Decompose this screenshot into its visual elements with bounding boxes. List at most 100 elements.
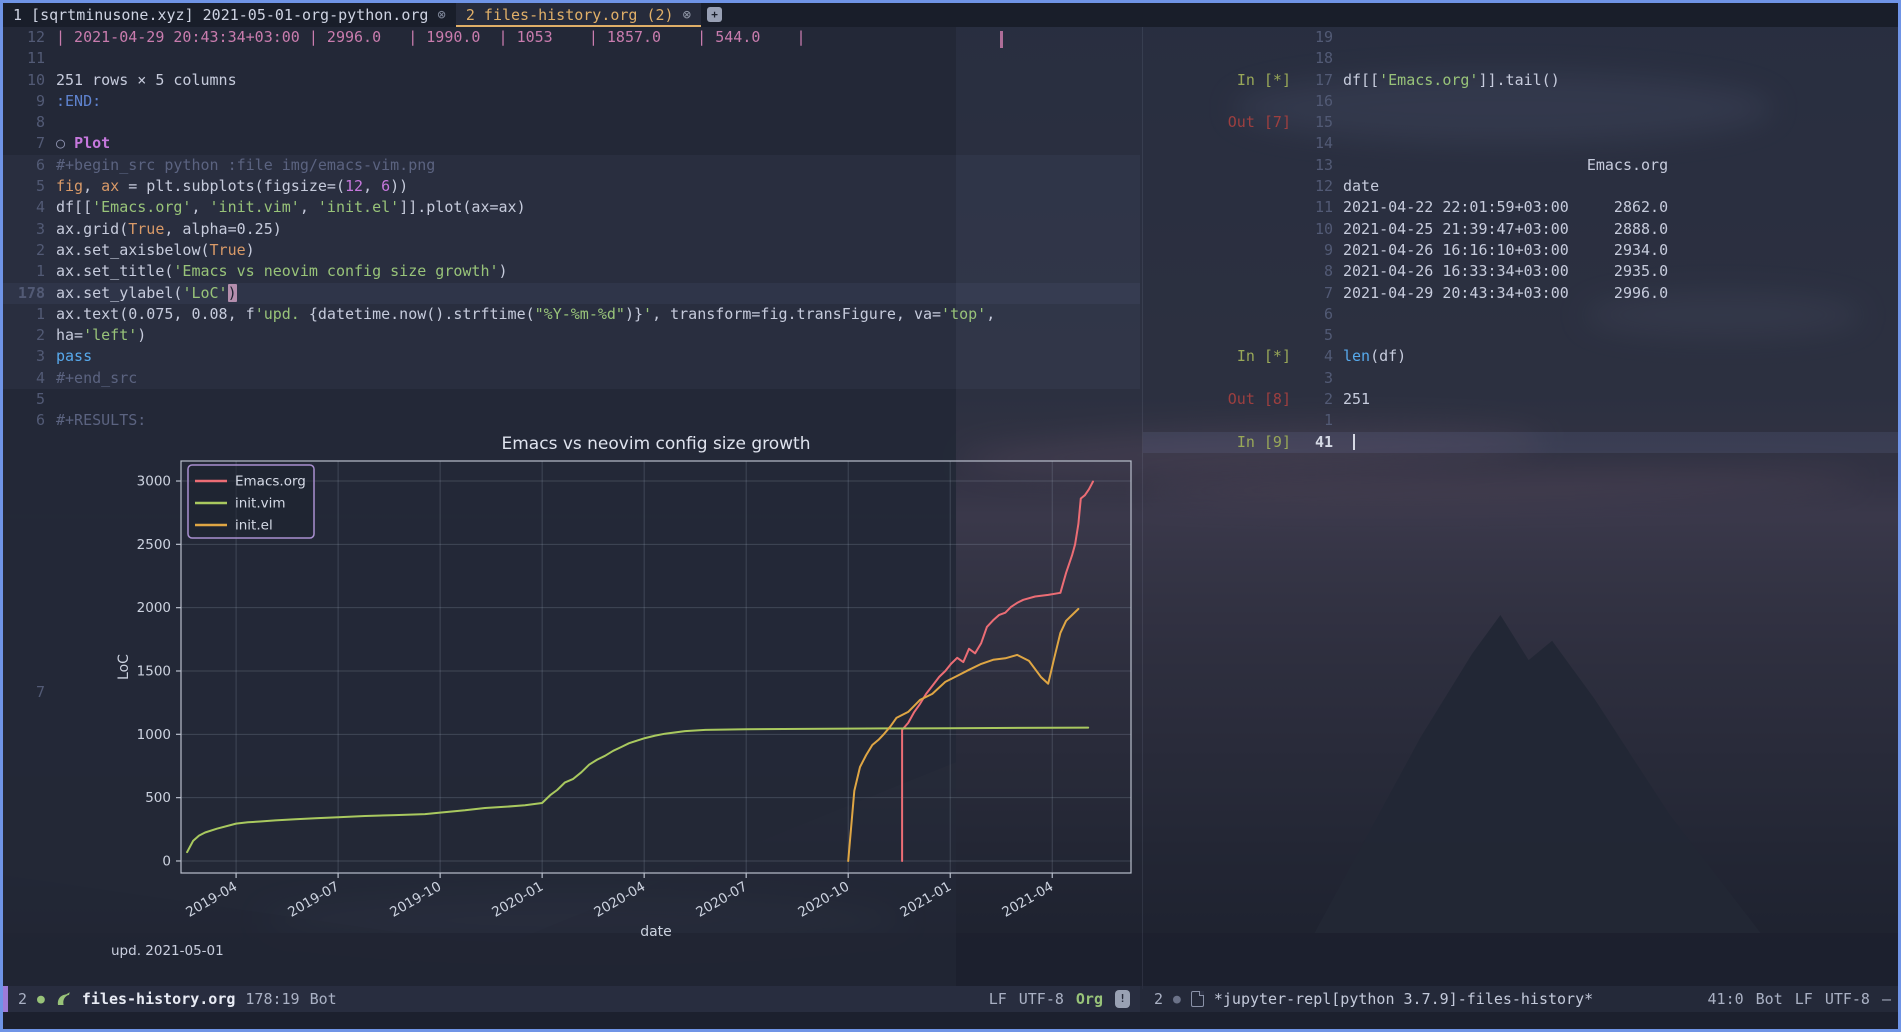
line-text: ax.set_title('Emacs vs neovim config siz… bbox=[56, 261, 508, 282]
svg-text:2021-04: 2021-04 bbox=[999, 879, 1056, 921]
token: 2021-04-29 20:43:34+03:00 2996.0 bbox=[1343, 284, 1668, 302]
svg-text:LoC: LoC bbox=[116, 654, 132, 680]
code-line[interactable]: 178ax.set_ylabel('LoC') bbox=[3, 283, 1140, 304]
org-mode-icon bbox=[55, 991, 72, 1008]
major-mode[interactable]: Org bbox=[1076, 990, 1103, 1008]
svg-text:Emacs vs neovim config size gr: Emacs vs neovim config size growth bbox=[502, 434, 811, 454]
code-line[interactable]: 9 :END: bbox=[3, 91, 1140, 112]
eol-indicator: LF bbox=[1795, 990, 1813, 1008]
code-line[interactable]: 4df[['Emacs.org', 'init.vim', 'init.el']… bbox=[3, 197, 1140, 218]
code-line[interactable]: 6#+begin_src python :file img/emacs-vim.… bbox=[3, 155, 1140, 176]
modeline-org[interactable]: 2 ● files-history.org 178:19 Bot LF UTF-… bbox=[3, 986, 1140, 1012]
code-line[interactable]: 5fig, ax = plt.subplots(figsize=(12, 6)) bbox=[3, 176, 1140, 197]
code-line[interactable]: 6#+RESULTS: bbox=[3, 410, 1140, 431]
code-line[interactable]: 16 bbox=[1143, 91, 1901, 112]
code-line[interactable]: 4#+end_src bbox=[3, 368, 1140, 389]
code-line[interactable]: Out [8]2251 bbox=[1143, 389, 1901, 410]
token: ha= bbox=[56, 326, 83, 344]
token: , bbox=[363, 177, 381, 195]
svg-text:2019-10: 2019-10 bbox=[387, 879, 444, 921]
code-line[interactable]: 11 2021-04-22 22:01:59+03:00 2862.0 bbox=[1143, 197, 1901, 218]
code-line[interactable]: 19 bbox=[1143, 27, 1901, 48]
code-line[interactable]: 1ax.text(0.075, 0.08, f'upd. {datetime.n… bbox=[3, 304, 1140, 325]
code-line[interactable]: 1 bbox=[1143, 410, 1901, 431]
line-text: len(df) bbox=[1343, 346, 1406, 367]
line-text: #+end_src bbox=[56, 368, 137, 389]
code-line[interactable]: 8 bbox=[3, 112, 1140, 133]
svg-text:2020-10: 2020-10 bbox=[795, 879, 852, 921]
token: True bbox=[210, 241, 246, 259]
code-line[interactable]: 92021-04-26 16:16:10+03:00 2934.0 bbox=[1143, 240, 1901, 261]
token: 2021-04-25 21:39:47+03:00 2888.0 bbox=[1343, 220, 1668, 238]
code-line[interactable]: 6 bbox=[1143, 304, 1901, 325]
code-line[interactable]: Out [7]15 bbox=[1143, 112, 1901, 133]
token: {datetime.now().strftime( bbox=[309, 305, 535, 323]
code-line[interactable]: 3pass bbox=[3, 346, 1140, 367]
repl-prompt: In [*] bbox=[1143, 70, 1291, 91]
line-number: 9 bbox=[6, 91, 45, 112]
tab-close-icon[interactable]: ⊗ bbox=[437, 7, 445, 23]
cursor-position: 41:0 bbox=[1708, 990, 1744, 1008]
echo-area[interactable] bbox=[3, 1012, 1898, 1029]
code-line[interactable]: 10251 rows × 5 columns bbox=[3, 70, 1140, 91]
code-line[interactable]: In [*]4len(df) bbox=[1143, 346, 1901, 367]
token: ) bbox=[137, 326, 146, 344]
token: ○ bbox=[56, 134, 74, 152]
tab-label: 2 files-history.org (2) bbox=[466, 6, 674, 24]
code-line[interactable]: 102021-04-25 21:39:47+03:00 2888.0 bbox=[1143, 219, 1901, 240]
code-line[interactable]: 1ax.set_title('Emacs vs neovim config si… bbox=[3, 261, 1140, 282]
token: ' bbox=[643, 305, 652, 323]
token: ) bbox=[246, 241, 255, 259]
tab-inactive[interactable]: 1 [sqrtminusone.xyz] 2021-05-01-org-pyth… bbox=[3, 3, 456, 27]
line-text: 2021-04-26 16:33:34+03:00 2935.0 bbox=[1343, 261, 1668, 282]
token: len bbox=[1343, 347, 1370, 365]
tab-active[interactable]: 2 files-history.org (2) ⊗ bbox=[456, 3, 701, 27]
line-number: 11 bbox=[1291, 197, 1333, 218]
code-line[interactable]: 5 bbox=[3, 389, 1140, 410]
line-number: 17 bbox=[1291, 70, 1333, 91]
line-number: 13 bbox=[1291, 155, 1333, 176]
line-text: #+RESULTS: bbox=[56, 410, 146, 431]
token: 2021-04-22 22:01:59+03:00 2862.0 bbox=[1343, 198, 1668, 216]
code-line[interactable]: 12date bbox=[1143, 176, 1901, 197]
code-line[interactable]: 5 bbox=[1143, 325, 1901, 346]
code-line[interactable]: 2ha='left') bbox=[3, 325, 1140, 346]
code-line[interactable]: 11 bbox=[3, 48, 1140, 69]
code-line[interactable]: 3 bbox=[1143, 368, 1901, 389]
line-text: df[['Emacs.org']].tail() bbox=[1343, 70, 1560, 91]
code-line[interactable]: 13 Emacs.org bbox=[1143, 155, 1901, 176]
jupyter-repl-window[interactable]: 1918In [*]17df[['Emacs.org']].tail()16Ou… bbox=[1143, 27, 1901, 453]
token: 251 bbox=[1343, 390, 1370, 408]
org-buffer-window[interactable]: 12| 2021-04-29 20:43:34+03:00 | 2996.0 |… bbox=[3, 27, 1140, 432]
code-line[interactable]: In [9]41 bbox=[1143, 432, 1901, 453]
code-line[interactable]: 72021-04-29 20:43:34+03:00 2996.0 bbox=[1143, 283, 1901, 304]
line-number: 3 bbox=[1291, 368, 1333, 389]
svg-text:2020-01: 2020-01 bbox=[489, 879, 546, 921]
token: , transform=fig.transFigure, va= bbox=[652, 305, 941, 323]
code-line[interactable]: 3ax.grid(True, alpha=0.25) bbox=[3, 219, 1140, 240]
line-number: 14 bbox=[1291, 133, 1333, 154]
token: ax.grid( bbox=[56, 220, 128, 238]
token: 'upd. bbox=[255, 305, 309, 323]
code-line[interactable]: In [*]17 df[['Emacs.org']].tail() bbox=[1143, 70, 1901, 91]
code-line[interactable]: 12| 2021-04-29 20:43:34+03:00 | 2996.0 |… bbox=[3, 27, 1140, 48]
code-line[interactable]: 2ax.set_axisbelow(True) bbox=[3, 240, 1140, 261]
code-line[interactable]: 14 bbox=[1143, 133, 1901, 154]
svg-text:2500: 2500 bbox=[137, 537, 171, 553]
modeline-trailing-dash: – bbox=[1882, 990, 1891, 1008]
line-text: pass bbox=[56, 346, 92, 367]
line-number: 3 bbox=[6, 219, 45, 240]
tab-close-icon[interactable]: ⊗ bbox=[683, 7, 691, 23]
line-text: #+begin_src python :file img/emacs-vim.p… bbox=[56, 155, 435, 176]
code-line[interactable]: 82021-04-26 16:33:34+03:00 2935.0 bbox=[1143, 261, 1901, 282]
token: 'init.vim' bbox=[210, 198, 300, 216]
line-text: 251 bbox=[1343, 389, 1370, 410]
modeline-repl[interactable]: 2 ● *jupyter-repl[python 3.7.9]-files-hi… bbox=[1140, 986, 1901, 1012]
code-line[interactable]: 18 bbox=[1143, 48, 1901, 69]
token: :END: bbox=[56, 92, 101, 110]
token: 'left' bbox=[83, 326, 137, 344]
line-number: 12 bbox=[1291, 176, 1333, 197]
new-tab-button[interactable]: + bbox=[707, 7, 722, 22]
scroll-position: Bot bbox=[310, 990, 337, 1008]
code-line[interactable]: 7○ Plot bbox=[3, 133, 1140, 154]
